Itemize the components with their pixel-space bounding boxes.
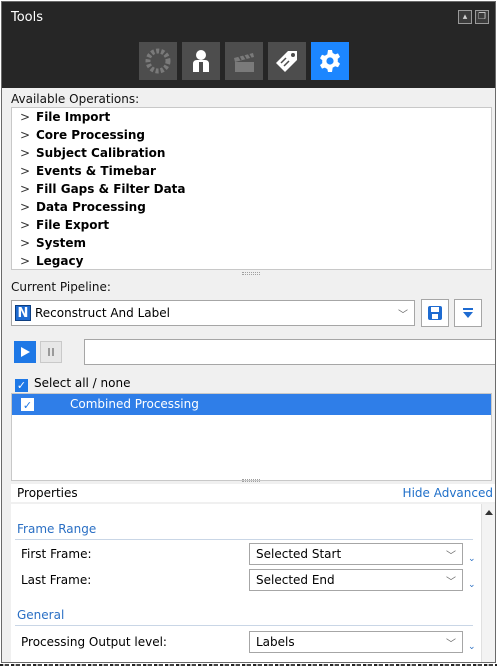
- marker-tool-button[interactable]: [139, 42, 177, 80]
- subject-icon: [193, 50, 209, 72]
- operation-item[interactable]: > Subject Calibration: [12, 144, 491, 162]
- caret-down-icon[interactable]: ⌄: [468, 642, 476, 652]
- operation-item[interactable]: > File Import: [12, 108, 491, 126]
- splitter-grip[interactable]: [242, 479, 260, 482]
- save-pipeline-button[interactable]: [421, 299, 449, 327]
- pipeline-progress-field: [84, 339, 495, 365]
- pipeline-menu-button[interactable]: [454, 299, 482, 327]
- pipeline-item-label: Combined Processing: [70, 397, 199, 411]
- group-general[interactable]: General: [17, 608, 64, 622]
- chevron-down-icon: ﹀: [446, 639, 456, 650]
- pause-icon: [48, 348, 54, 356]
- restore-icon[interactable]: ❐: [475, 10, 489, 24]
- expand-arrow-icon[interactable]: >: [20, 108, 36, 126]
- gear-icon: [320, 50, 340, 72]
- scroll-up-icon[interactable]: [485, 510, 493, 515]
- operations-list: > File Import > Core Processing > Subject C…: [11, 107, 492, 270]
- output-level-select[interactable]: Labels ﹀: [249, 631, 463, 653]
- expand-arrow-icon[interactable]: >: [20, 252, 36, 270]
- available-operations-label: Available Operations:: [11, 92, 140, 106]
- window-buttons: ▴ ❐: [458, 10, 489, 24]
- last-frame-select[interactable]: Selected End ﹀: [249, 569, 463, 591]
- label-tool-button[interactable]: [268, 42, 306, 80]
- caret-down-icon[interactable]: ⌄: [468, 580, 476, 590]
- panel-header: Tools ▴ ❐: [2, 2, 495, 88]
- tools-panel: Tools ▴ ❐ Available Operations: > File I…: [1, 1, 496, 663]
- first-frame-label: First Frame:: [21, 547, 92, 561]
- select-all-checkbox[interactable]: ✓ Select all / none: [15, 375, 130, 392]
- pause-button[interactable]: [40, 341, 62, 363]
- tools-toolbar: [139, 42, 349, 80]
- properties-label: Properties: [17, 486, 78, 500]
- last-frame-label: Last Frame:: [21, 573, 92, 587]
- checkbox-checked-icon: ✓: [15, 379, 28, 392]
- expand-arrow-icon[interactable]: >: [20, 180, 36, 198]
- chevron-down-icon: ﹀: [446, 577, 456, 588]
- operation-item[interactable]: > Events & Timebar: [12, 162, 491, 180]
- properties-scrollbar[interactable]: [481, 504, 495, 662]
- operation-item[interactable]: > Fill Gaps & Filter Data: [12, 180, 491, 198]
- clapper-icon: [234, 52, 254, 72]
- group-divider: [15, 625, 473, 626]
- pipeline-n-icon: N: [15, 305, 31, 321]
- pin-icon[interactable]: ▴: [458, 10, 472, 24]
- operation-item[interactable]: > Data Processing: [12, 198, 491, 216]
- output-level-label: Processing Output level:: [21, 635, 167, 649]
- clapper-tool-button[interactable]: [225, 42, 263, 80]
- play-icon: [21, 347, 30, 357]
- current-pipeline-label: Current Pipeline:: [11, 280, 111, 294]
- chevron-down-icon: ﹀: [446, 551, 456, 562]
- expand-arrow-icon[interactable]: >: [20, 126, 36, 144]
- expand-arrow-icon[interactable]: >: [20, 234, 36, 252]
- operation-item[interactable]: > File Export: [12, 216, 491, 234]
- item-checkbox[interactable]: ✓: [21, 398, 34, 412]
- group-divider: [15, 539, 473, 540]
- panel-title: Tools: [11, 10, 44, 25]
- marker-icon: [145, 48, 171, 74]
- pipeline-item-selected[interactable]: ✓ Combined Processing: [12, 394, 491, 415]
- subject-tool-button[interactable]: [182, 42, 220, 80]
- save-icon: [428, 306, 442, 320]
- first-frame-select[interactable]: Selected Start ﹀: [249, 543, 463, 565]
- expand-arrow-icon[interactable]: >: [20, 162, 36, 180]
- expand-arrow-icon[interactable]: >: [20, 144, 36, 162]
- chevron-down-icon: ﹀: [398, 310, 408, 321]
- expand-arrow-icon[interactable]: >: [20, 198, 36, 216]
- operation-item[interactable]: > Core Processing: [12, 126, 491, 144]
- group-frame-range[interactable]: Frame Range: [17, 522, 96, 536]
- operation-item[interactable]: > System: [12, 234, 491, 252]
- properties-header: Properties Hide Advanced: [11, 484, 495, 502]
- label-tag-icon: [276, 51, 297, 72]
- operation-item[interactable]: > Legacy: [12, 252, 491, 270]
- play-button[interactable]: [14, 341, 36, 363]
- splitter-grip[interactable]: [242, 272, 260, 275]
- pipeline-operations-list: ✓ Combined Processing: [11, 393, 492, 481]
- pipeline-select[interactable]: N Reconstruct And Label ﹀: [11, 300, 415, 326]
- pipeline-select-value: Reconstruct And Label: [35, 306, 170, 320]
- processing-tool-button[interactable]: [311, 42, 349, 80]
- hide-advanced-link[interactable]: Hide Advanced: [403, 484, 493, 502]
- properties-panel: Frame Range First Frame: Selected Start …: [11, 504, 495, 662]
- caret-down-icon[interactable]: ⌄: [468, 554, 476, 564]
- menu-down-icon: [463, 308, 473, 318]
- expand-arrow-icon[interactable]: >: [20, 216, 36, 234]
